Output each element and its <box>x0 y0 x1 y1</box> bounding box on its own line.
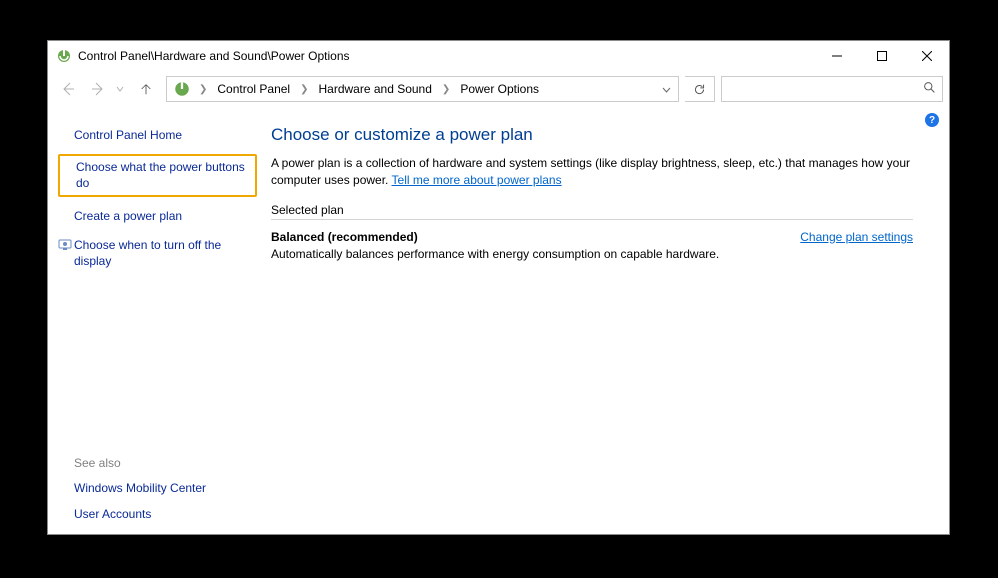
nav-forward-button[interactable] <box>84 75 112 103</box>
window-title: Control Panel\Hardware and Sound\Power O… <box>78 49 814 63</box>
refresh-button[interactable] <box>685 76 715 102</box>
sidebar-item-turn-off-display[interactable]: Choose when to turn off the display <box>74 237 257 269</box>
maximize-button[interactable] <box>859 41 904 71</box>
main-content: Choose or customize a power plan A power… <box>263 107 949 534</box>
sidebar-item-power-buttons[interactable]: Choose what the power buttons do <box>76 159 251 191</box>
breadcrumb[interactable]: ❯ Control Panel ❯ Hardware and Sound ❯ P… <box>166 76 679 102</box>
see-also-title: See also <box>58 456 259 470</box>
nav-up-button[interactable] <box>132 75 160 103</box>
search-input[interactable] <box>728 82 923 96</box>
help-button[interactable]: ? <box>925 113 939 127</box>
breadcrumb-item-control-panel[interactable]: Control Panel <box>211 79 296 99</box>
power-options-icon <box>173 80 191 98</box>
minimize-button[interactable] <box>814 41 859 71</box>
chevron-right-icon[interactable]: ❯ <box>438 84 454 95</box>
address-dropdown-button[interactable] <box>656 77 676 101</box>
content-body: ? Control Panel Home Choose what the pow… <box>48 107 949 534</box>
change-plan-settings-link[interactable]: Change plan settings <box>800 230 913 244</box>
search-icon <box>923 81 936 97</box>
see-also-mobility-center[interactable]: Windows Mobility Center <box>74 480 259 496</box>
search-box[interactable] <box>721 76 943 102</box>
plan-description: Automatically balances performance with … <box>271 247 719 261</box>
nav-history-dropdown[interactable] <box>114 75 126 103</box>
see-also-user-accounts[interactable]: User Accounts <box>74 506 259 522</box>
nav-back-button[interactable] <box>54 75 82 103</box>
breadcrumb-item-power-options[interactable]: Power Options <box>454 79 545 99</box>
sidebar-item-create-power-plan[interactable]: Create a power plan <box>74 208 182 224</box>
sidebar: Control Panel Home Choose what the power… <box>48 107 263 534</box>
chevron-right-icon[interactable]: ❯ <box>195 84 211 95</box>
page-heading: Choose or customize a power plan <box>271 125 913 145</box>
chevron-right-icon[interactable]: ❯ <box>296 84 312 95</box>
window-controls <box>814 41 949 71</box>
addressbar: ❯ Control Panel ❯ Hardware and Sound ❯ P… <box>48 71 949 107</box>
plan-name: Balanced (recommended) <box>271 230 719 244</box>
close-button[interactable] <box>904 41 949 71</box>
breadcrumb-item-hardware-sound[interactable]: Hardware and Sound <box>313 79 438 99</box>
selected-plan-label: Selected plan <box>271 203 913 220</box>
control-panel-window: Control Panel\Hardware and Sound\Power O… <box>47 40 950 535</box>
learn-more-link[interactable]: Tell me more about power plans <box>392 173 562 187</box>
see-also-section: See also Windows Mobility Center User Ac… <box>58 440 259 522</box>
page-description: A power plan is a collection of hardware… <box>271 155 913 189</box>
display-off-icon <box>57 237 73 253</box>
description-text: A power plan is a collection of hardware… <box>271 156 910 187</box>
titlebar: Control Panel\Hardware and Sound\Power O… <box>48 41 949 71</box>
sidebar-item-control-panel-home[interactable]: Control Panel Home <box>74 127 182 143</box>
power-options-icon <box>56 48 72 64</box>
